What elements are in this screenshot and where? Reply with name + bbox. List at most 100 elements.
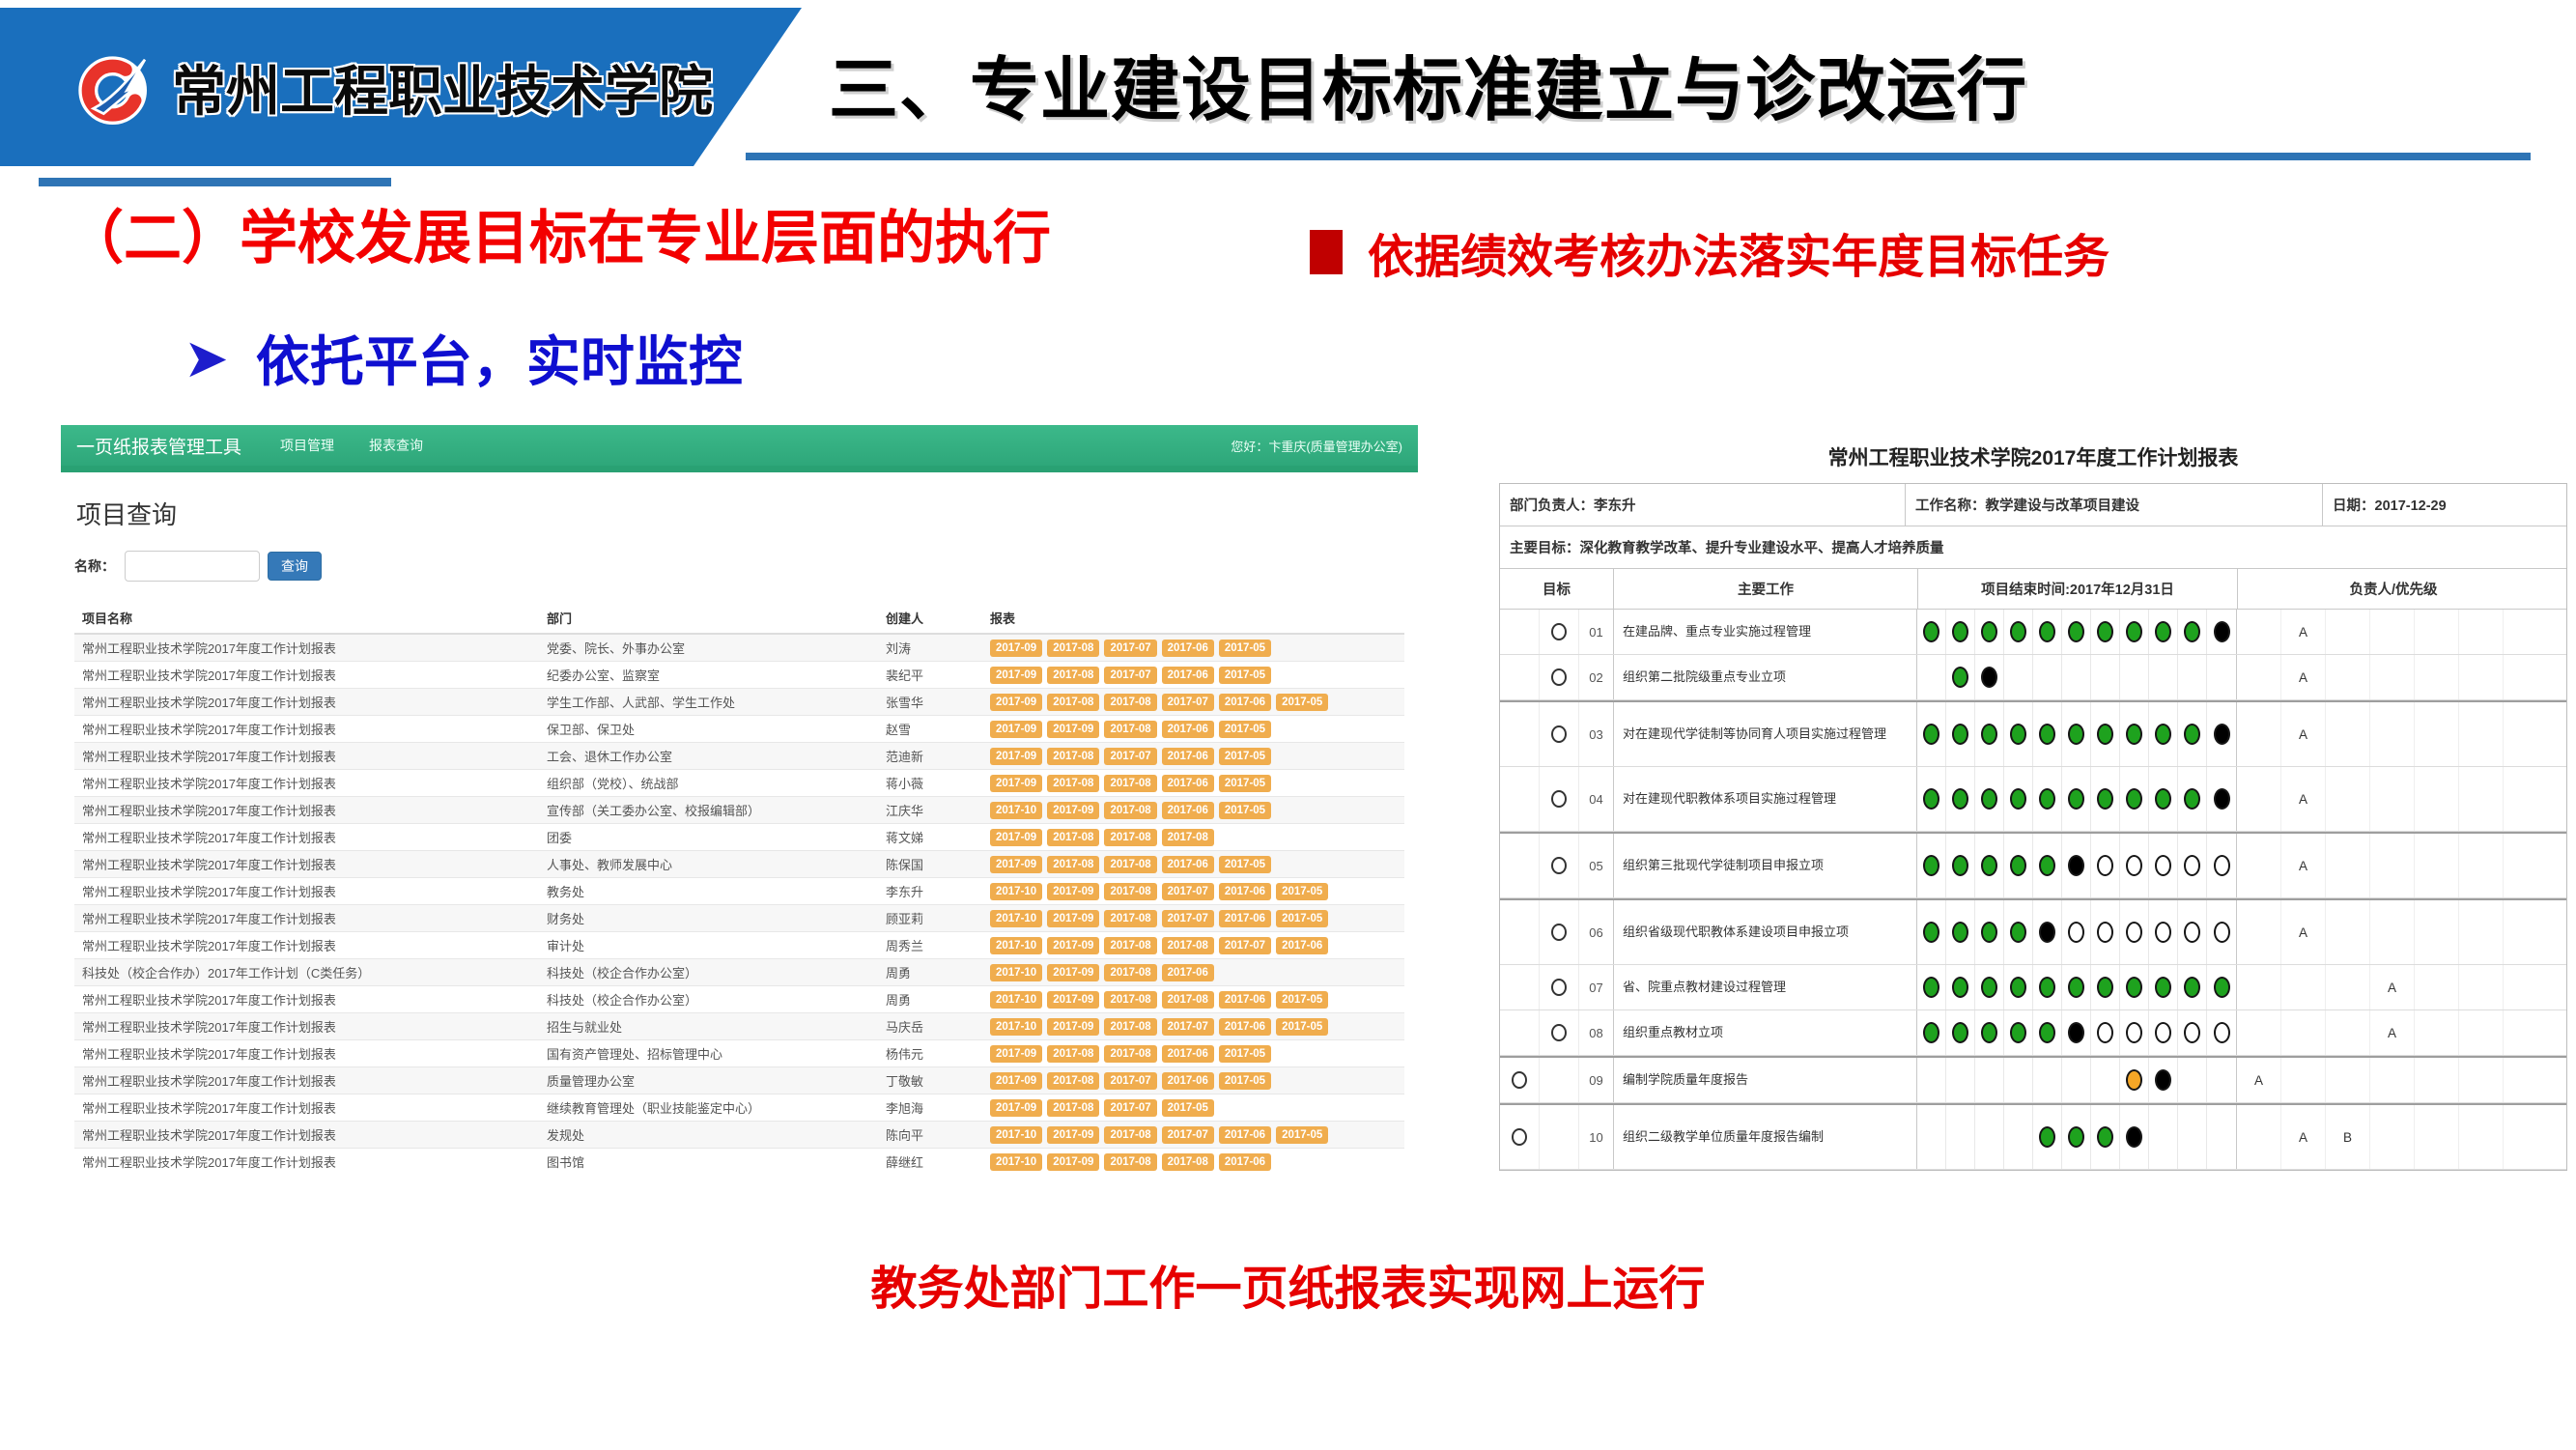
report-month-badge[interactable]: 2017-07 bbox=[1104, 748, 1156, 765]
report-month-badge[interactable]: 2017-09 bbox=[990, 721, 1042, 738]
report-month-badge[interactable]: 2017-05 bbox=[1276, 883, 1328, 900]
report-month-badge[interactable]: 2017-07 bbox=[1162, 694, 1214, 711]
report-month-badge[interactable]: 2017-09 bbox=[1047, 721, 1099, 738]
report-month-badge[interactable]: 2017-09 bbox=[1047, 1018, 1099, 1036]
report-month-badge[interactable]: 2017-08 bbox=[1104, 991, 1156, 1009]
report-month-badge[interactable]: 2017-08 bbox=[1104, 1126, 1156, 1144]
report-month-badge[interactable]: 2017-10 bbox=[990, 1126, 1042, 1144]
report-month-badge[interactable]: 2017-07 bbox=[1162, 910, 1214, 927]
report-month-badge[interactable]: 2017-09 bbox=[990, 748, 1042, 765]
report-month-badge[interactable]: 2017-10 bbox=[990, 1153, 1042, 1171]
report-month-badge[interactable]: 2017-07 bbox=[1104, 640, 1156, 657]
report-month-badge[interactable]: 2017-10 bbox=[990, 802, 1042, 819]
report-month-badge[interactable]: 2017-07 bbox=[1104, 667, 1156, 684]
report-month-badge[interactable]: 2017-09 bbox=[990, 1072, 1042, 1090]
report-month-badge[interactable]: 2017-06 bbox=[1162, 721, 1214, 738]
report-month-badge[interactable]: 2017-08 bbox=[1047, 667, 1099, 684]
report-month-badge[interactable]: 2017-09 bbox=[990, 1099, 1042, 1117]
report-month-badge[interactable]: 2017-07 bbox=[1162, 1126, 1214, 1144]
report-month-badge[interactable]: 2017-05 bbox=[1219, 802, 1271, 819]
report-month-badge[interactable]: 2017-09 bbox=[990, 640, 1042, 657]
report-month-badge[interactable]: 2017-09 bbox=[990, 829, 1042, 846]
report-month-badge[interactable]: 2017-07 bbox=[1104, 1099, 1156, 1117]
report-month-badge[interactable]: 2017-08 bbox=[1104, 721, 1156, 738]
report-month-badge[interactable]: 2017-08 bbox=[1162, 991, 1214, 1009]
report-month-badge[interactable]: 2017-07 bbox=[1219, 937, 1271, 954]
report-month-badge[interactable]: 2017-08 bbox=[1162, 937, 1214, 954]
report-month-badge[interactable]: 2017-08 bbox=[1047, 640, 1099, 657]
report-month-badge[interactable]: 2017-08 bbox=[1047, 829, 1099, 846]
report-month-badge[interactable]: 2017-08 bbox=[1104, 883, 1156, 900]
report-month-badge[interactable]: 2017-10 bbox=[990, 991, 1042, 1009]
report-month-badge[interactable]: 2017-08 bbox=[1104, 802, 1156, 819]
report-month-badge[interactable]: 2017-06 bbox=[1162, 1045, 1214, 1063]
report-month-badge[interactable]: 2017-08 bbox=[1104, 856, 1156, 873]
report-month-badge[interactable]: 2017-07 bbox=[1104, 1072, 1156, 1090]
report-month-badge[interactable]: 2017-09 bbox=[1047, 991, 1099, 1009]
search-input[interactable] bbox=[125, 551, 260, 582]
report-month-badge[interactable]: 2017-08 bbox=[1047, 1045, 1099, 1063]
report-month-badge[interactable]: 2017-08 bbox=[1162, 1153, 1214, 1171]
report-month-badge[interactable]: 2017-05 bbox=[1219, 667, 1271, 684]
report-month-badge[interactable]: 2017-05 bbox=[1219, 775, 1271, 792]
report-month-badge[interactable]: 2017-06 bbox=[1219, 991, 1271, 1009]
nav-item-report-query[interactable]: 报表查询 bbox=[369, 436, 423, 455]
report-month-badge[interactable]: 2017-09 bbox=[1047, 1153, 1099, 1171]
report-month-badge[interactable]: 2017-05 bbox=[1219, 748, 1271, 765]
search-button[interactable]: 查询 bbox=[268, 552, 322, 581]
report-month-badge[interactable]: 2017-06 bbox=[1162, 667, 1214, 684]
report-month-badge[interactable]: 2017-08 bbox=[1104, 1045, 1156, 1063]
report-month-badge[interactable]: 2017-05 bbox=[1276, 910, 1328, 927]
report-month-badge[interactable]: 2017-05 bbox=[1276, 1126, 1328, 1144]
report-month-badge[interactable]: 2017-06 bbox=[1162, 748, 1214, 765]
report-month-badge[interactable]: 2017-06 bbox=[1219, 1018, 1271, 1036]
report-month-badge[interactable]: 2017-05 bbox=[1219, 640, 1271, 657]
report-month-badge[interactable]: 2017-09 bbox=[990, 775, 1042, 792]
report-month-badge[interactable]: 2017-09 bbox=[1047, 883, 1099, 900]
report-month-badge[interactable]: 2017-06 bbox=[1162, 802, 1214, 819]
report-month-badge[interactable]: 2017-08 bbox=[1104, 829, 1156, 846]
report-month-badge[interactable]: 2017-07 bbox=[1162, 1018, 1214, 1036]
report-month-badge[interactable]: 2017-05 bbox=[1219, 1045, 1271, 1063]
report-month-badge[interactable]: 2017-06 bbox=[1162, 856, 1214, 873]
nav-item-project-manage[interactable]: 项目管理 bbox=[280, 436, 334, 455]
report-month-badge[interactable]: 2017-08 bbox=[1104, 937, 1156, 954]
report-month-badge[interactable]: 2017-08 bbox=[1047, 694, 1099, 711]
report-month-badge[interactable]: 2017-09 bbox=[1047, 964, 1099, 981]
report-month-badge[interactable]: 2017-09 bbox=[990, 856, 1042, 873]
report-month-badge[interactable]: 2017-05 bbox=[1219, 721, 1271, 738]
report-month-badge[interactable]: 2017-08 bbox=[1047, 1099, 1099, 1117]
report-month-badge[interactable]: 2017-05 bbox=[1219, 856, 1271, 873]
report-month-badge[interactable]: 2017-09 bbox=[1047, 1126, 1099, 1144]
report-month-badge[interactable]: 2017-09 bbox=[1047, 910, 1099, 927]
report-month-badge[interactable]: 2017-08 bbox=[1104, 694, 1156, 711]
report-month-badge[interactable]: 2017-09 bbox=[990, 694, 1042, 711]
report-month-badge[interactable]: 2017-10 bbox=[990, 1018, 1042, 1036]
report-month-badge[interactable]: 2017-05 bbox=[1276, 1018, 1328, 1036]
report-month-badge[interactable]: 2017-05 bbox=[1276, 991, 1328, 1009]
report-month-badge[interactable]: 2017-06 bbox=[1162, 640, 1214, 657]
report-month-badge[interactable]: 2017-09 bbox=[990, 1045, 1042, 1063]
report-month-badge[interactable]: 2017-06 bbox=[1162, 1072, 1214, 1090]
report-month-badge[interactable]: 2017-08 bbox=[1047, 1072, 1099, 1090]
report-month-badge[interactable]: 2017-10 bbox=[990, 964, 1042, 981]
app-brand[interactable]: 一页纸报表管理工具 bbox=[76, 433, 241, 459]
report-month-badge[interactable]: 2017-05 bbox=[1162, 1099, 1214, 1117]
report-month-badge[interactable]: 2017-09 bbox=[1047, 937, 1099, 954]
report-month-badge[interactable]: 2017-08 bbox=[1162, 829, 1214, 846]
report-month-badge[interactable]: 2017-08 bbox=[1047, 775, 1099, 792]
report-month-badge[interactable]: 2017-08 bbox=[1104, 964, 1156, 981]
navbar-user-info[interactable]: 您好：卞重庆(质量管理办公室) bbox=[1231, 437, 1402, 455]
report-month-badge[interactable]: 2017-08 bbox=[1047, 856, 1099, 873]
report-month-badge[interactable]: 2017-10 bbox=[990, 937, 1042, 954]
report-month-badge[interactable]: 2017-08 bbox=[1104, 910, 1156, 927]
report-month-badge[interactable]: 2017-06 bbox=[1162, 964, 1214, 981]
report-month-badge[interactable]: 2017-08 bbox=[1104, 1153, 1156, 1171]
report-month-badge[interactable]: 2017-06 bbox=[1219, 1153, 1271, 1171]
report-month-badge[interactable]: 2017-06 bbox=[1162, 775, 1214, 792]
report-month-badge[interactable]: 2017-10 bbox=[990, 910, 1042, 927]
report-month-badge[interactable]: 2017-10 bbox=[990, 883, 1042, 900]
report-month-badge[interactable]: 2017-05 bbox=[1219, 1072, 1271, 1090]
report-month-badge[interactable]: 2017-06 bbox=[1219, 910, 1271, 927]
report-month-badge[interactable]: 2017-08 bbox=[1104, 1018, 1156, 1036]
